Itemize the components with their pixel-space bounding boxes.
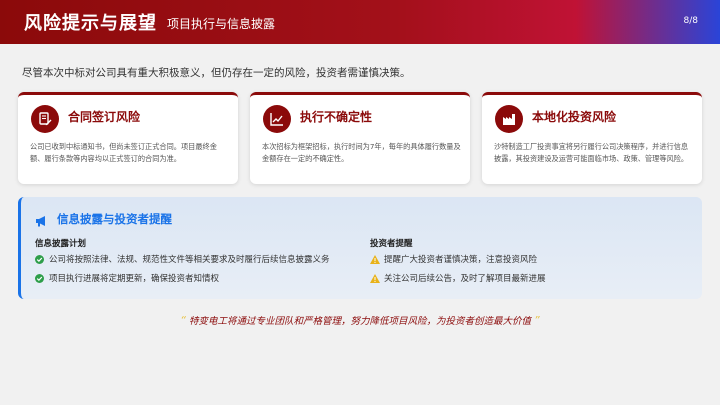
list-item: 关注公司后续公告，及时了解项目最新进展 [370, 272, 546, 284]
quote-open-icon: “ [180, 314, 186, 327]
card-text: 公司已收到中标通知书，但尚未签订正式合同。项目最终金额、履行条款等内容均以正式签… [30, 142, 217, 163]
footer-quote-text: 特变电工将通过专业团队和严格管理，努力降低项目风险，为投资者创造最大价值 [188, 316, 531, 327]
check-circle-icon [35, 273, 44, 283]
intro-text: 尽管本次中标对公司具有重大积极意义，但仍存在一定的风险，投资者需谨慎决策。 [22, 67, 411, 79]
disclosure-item-text: 公司将按照法律、法规、规范性文件等相关要求及时履行后续信息披露义务 [49, 255, 330, 265]
risk-cards: 合同签订风险 公司已收到中标通知书，但尚未签订正式合同。项目最终金额、履行条款等… [18, 92, 702, 184]
list-item: 公司将按照法律、法规、规范性文件等相关要求及时履行后续信息披露义务 [35, 253, 330, 265]
check-circle-icon [35, 254, 44, 264]
card-text: 本次招标为框架招标，执行时间为7年，每年的具体履行数量及金额存在一定的不确定性。 [262, 142, 461, 163]
page-number: 8/8 [683, 16, 698, 26]
footer-quote: “ 特变电工将通过专业团队和严格管理，努力降低项目风险，为投资者创造最大价值 ” [0, 313, 720, 327]
card-text: 沙特制造工厂投资事宜将另行履行公司决策程序，并进行信息披露，其投资建设及运营可能… [494, 142, 689, 163]
header-bar: 风险提示与展望 项目执行与信息披露 8/8 [0, 0, 720, 44]
page-title: 风险提示与展望 [24, 13, 157, 34]
investor-heading: 投资者提醒 [370, 239, 413, 249]
info-disclosure-box: 信息披露与投资者提醒 信息披露计划 公司将按照法律、法规、规范性文件等相关要求及… [18, 197, 702, 299]
factory-icon [495, 105, 523, 133]
card-title: 合同签订风险 [68, 110, 141, 124]
disclosure-heading: 信息披露计划 [35, 239, 87, 249]
warning-icon [370, 254, 380, 264]
list-item: 项目执行进展将定期更新，确保投资者知情权 [35, 272, 219, 284]
quote-close-icon: ” [534, 314, 540, 327]
list-item: 提醒广大投资者谨慎决策，注意投资风险 [370, 253, 537, 265]
megaphone-icon [35, 212, 48, 231]
risk-card-contract: 合同签订风险 公司已收到中标通知书，但尚未签订正式合同。项目最终金额、履行条款等… [18, 92, 238, 184]
risk-card-execution: 执行不确定性 本次招标为框架招标，执行时间为7年，每年的具体履行数量及金额存在一… [250, 92, 470, 184]
chart-line-icon [263, 105, 291, 133]
investor-item-text: 关注公司后续公告，及时了解项目最新进展 [384, 274, 546, 284]
risk-card-localization: 本地化投资风险 沙特制造工厂投资事宜将另行履行公司决策程序，并进行信息披露，其投… [482, 92, 702, 184]
warning-icon [370, 273, 380, 283]
investor-item-text: 提醒广大投资者谨慎决策，注意投资风险 [384, 255, 538, 265]
card-title: 本地化投资风险 [532, 110, 617, 124]
info-box-title: 信息披露与投资者提醒 [57, 212, 172, 226]
contract-icon [31, 105, 59, 133]
page-subtitle: 项目执行与信息披露 [167, 17, 276, 31]
disclosure-item-text: 项目执行进展将定期更新，确保投资者知情权 [49, 274, 220, 284]
card-title: 执行不确定性 [300, 110, 373, 124]
